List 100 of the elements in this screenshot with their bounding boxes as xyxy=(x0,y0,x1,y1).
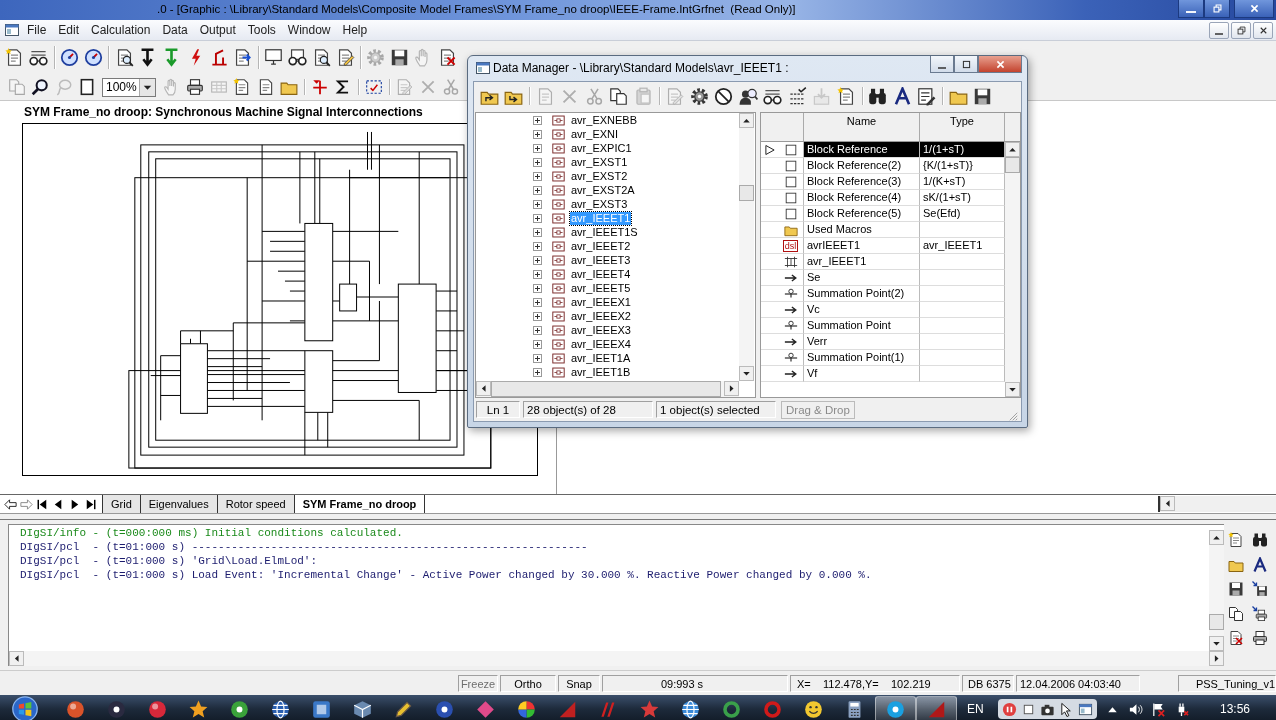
scroll-thumb[interactable] xyxy=(1005,157,1020,173)
tree-item[interactable]: avr_IEEEX3 xyxy=(570,323,632,337)
tree-item[interactable]: avr_EXST2 xyxy=(570,169,629,183)
save-icon[interactable] xyxy=(973,86,993,106)
expand-icon[interactable] xyxy=(533,213,542,223)
tree-item[interactable]: avr_IEEEX4 xyxy=(570,337,632,351)
expand-icon[interactable] xyxy=(533,353,542,363)
scroll-up-icon[interactable] xyxy=(1005,142,1020,157)
document-glasses-icon[interactable] xyxy=(288,48,307,67)
table-row[interactable]: Block Reference(2) {K/(1+sT)} xyxy=(804,158,1005,174)
expand-icon[interactable] xyxy=(533,199,542,209)
table-row[interactable]: Block Reference(5) Se(Efd) xyxy=(804,206,1005,222)
column-header[interactable]: Name xyxy=(804,113,920,141)
table-row[interactable]: avrIEEET1 avr_IEEET1 xyxy=(804,238,1005,254)
taskbar-button[interactable] xyxy=(875,696,916,720)
table-row[interactable]: Verr xyxy=(804,334,1005,350)
expand-icon[interactable] xyxy=(533,283,542,293)
menu-item[interactable]: Calculation xyxy=(85,21,157,39)
tree-item[interactable]: avr_EXPIC1 xyxy=(570,141,633,155)
minimize-button[interactable] xyxy=(930,56,954,73)
maximize-button[interactable] xyxy=(954,56,978,73)
minimize-button[interactable] xyxy=(1178,0,1204,18)
expand-icon[interactable] xyxy=(533,143,542,153)
column-header[interactable]: Type xyxy=(920,113,1005,141)
expand-icon[interactable] xyxy=(533,311,542,321)
glasses-icon[interactable] xyxy=(29,48,49,67)
table-row[interactable]: Vc xyxy=(804,302,1005,318)
save-icon[interactable] xyxy=(390,48,410,67)
tree-item[interactable]: avr_EXST1 xyxy=(570,155,629,169)
tree-item[interactable]: avr_IEEET1S xyxy=(570,225,639,239)
gauge-icon[interactable] xyxy=(83,48,103,67)
menu-item[interactable]: Edit xyxy=(52,21,86,39)
font-icon[interactable] xyxy=(892,86,912,106)
start-orb-icon[interactable] xyxy=(12,696,38,720)
switch-icon[interactable] xyxy=(209,48,229,67)
document-star-icon[interactable] xyxy=(836,86,856,106)
save-arrow-icon[interactable] xyxy=(1252,581,1268,598)
selection-icon[interactable] xyxy=(364,78,383,96)
tree-item[interactable]: avr_IEEEX1 xyxy=(570,295,632,309)
scroll-up-icon[interactable] xyxy=(739,113,754,128)
restore-button[interactable] xyxy=(1231,21,1251,39)
gauge-icon[interactable] xyxy=(59,48,79,67)
table-row[interactable]: Vf xyxy=(804,366,1005,382)
scroll-thumb[interactable] xyxy=(1209,614,1224,630)
page-tab[interactable]: Rotor speed xyxy=(216,495,295,513)
tree-item[interactable]: avr_IEEEX2 xyxy=(570,309,632,323)
expand-icon[interactable] xyxy=(533,269,542,279)
close-button[interactable] xyxy=(1234,0,1274,18)
menu-item[interactable]: Help xyxy=(336,21,374,39)
table-row[interactable]: avr_IEEET1 xyxy=(804,254,1005,270)
scroll-left-icon[interactable] xyxy=(9,651,24,666)
tree-item[interactable]: avr_EXNEBB xyxy=(570,113,639,127)
checklist-icon[interactable] xyxy=(787,86,807,106)
scroll-left-icon[interactable] xyxy=(1160,496,1175,511)
tree-item[interactable]: avr_IEEET2 xyxy=(570,239,632,253)
font-icon[interactable] xyxy=(1252,556,1268,573)
expand-icon[interactable] xyxy=(533,171,542,181)
copy-icon[interactable] xyxy=(609,86,629,106)
table-row[interactable]: Summation Point xyxy=(804,318,1005,334)
page-tab[interactable]: Eigenvalues xyxy=(139,495,218,513)
language-indicator[interactable]: EN xyxy=(967,702,984,716)
tree-item[interactable]: avr_IEET1B xyxy=(570,365,632,379)
table-row[interactable]: Se xyxy=(804,270,1005,286)
tree-item[interactable]: avr_IEET1A xyxy=(570,351,632,365)
scrollbar[interactable] xyxy=(1209,530,1224,651)
page-tab[interactable]: Grid xyxy=(102,495,141,513)
zoom-combo[interactable]: 100% xyxy=(102,77,156,97)
scroll-thumb[interactable] xyxy=(739,185,754,201)
menu-item[interactable]: Window xyxy=(281,21,337,39)
menu-item[interactable]: File xyxy=(21,21,53,39)
list-edit-icon[interactable] xyxy=(917,86,937,106)
tree-item[interactable]: avr_EXST3 xyxy=(570,197,629,211)
scroll-down-icon[interactable] xyxy=(739,366,754,381)
tree-item[interactable]: avr_EXNI xyxy=(570,127,620,141)
expand-icon[interactable] xyxy=(533,185,542,195)
binoculars-icon[interactable] xyxy=(1252,532,1268,549)
record-icon[interactable] xyxy=(1001,701,1017,717)
printer-arrow-icon[interactable] xyxy=(1252,605,1268,622)
scrollbar[interactable] xyxy=(9,651,1224,666)
close-button[interactable] xyxy=(1253,21,1273,39)
binoculars-icon[interactable] xyxy=(868,86,888,106)
flag-icon[interactable] xyxy=(1150,701,1166,717)
user-search-icon[interactable] xyxy=(738,86,758,106)
scroll-up-icon[interactable] xyxy=(1209,530,1224,545)
menu-item[interactable]: Data xyxy=(156,21,194,39)
table-row[interactable]: Summation Point(2) xyxy=(804,286,1005,302)
scroll-down-icon[interactable] xyxy=(1209,636,1224,651)
clock[interactable]: 13:56 xyxy=(1219,702,1250,716)
restore-button[interactable] xyxy=(1204,0,1230,18)
scroll-down-icon[interactable] xyxy=(1005,382,1020,397)
expand-icon[interactable] xyxy=(533,339,542,349)
search-icon[interactable] xyxy=(31,78,50,96)
scroll-right-icon[interactable] xyxy=(724,381,739,396)
printer-icon[interactable] xyxy=(1252,630,1268,647)
window-icon[interactable] xyxy=(1077,701,1093,717)
back-arrow-icon[interactable] xyxy=(2,496,18,512)
scroll-right-icon[interactable] xyxy=(1209,651,1224,666)
minimize-button[interactable] xyxy=(1209,21,1229,39)
gear-icon[interactable] xyxy=(689,86,709,106)
table-row[interactable]: Block Reference(3) 1/(K+sT) xyxy=(804,174,1005,190)
